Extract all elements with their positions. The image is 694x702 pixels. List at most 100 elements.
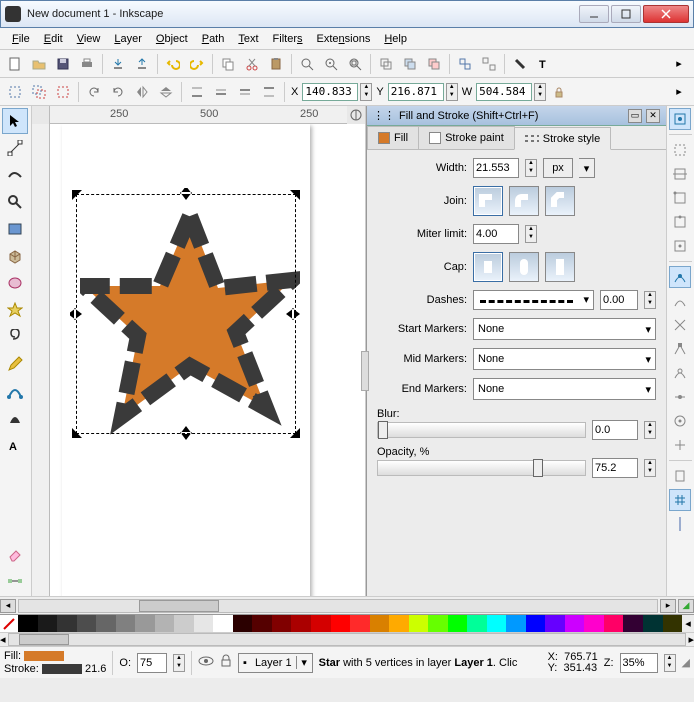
canvas-hscroll[interactable]: ◂ ▸ ◢ (0, 596, 694, 614)
calligraphy-tool[interactable] (2, 405, 28, 431)
palette-swatch[interactable] (18, 615, 38, 632)
zoom-fit-icon[interactable] (296, 53, 318, 75)
palette-swatch[interactable] (194, 615, 214, 632)
menu-edit[interactable]: Edit (38, 31, 69, 47)
palette-swatch[interactable] (252, 615, 272, 632)
menu-filters[interactable]: Filters (267, 31, 309, 47)
clone-icon[interactable] (399, 53, 421, 75)
cap-butt-button[interactable] (473, 252, 503, 282)
close-button[interactable] (643, 5, 689, 23)
text-dlg-icon[interactable]: T (533, 53, 555, 75)
hscroll-resize[interactable]: ◢ (678, 599, 694, 613)
open-icon[interactable] (28, 53, 50, 75)
rect-tool[interactable] (2, 216, 28, 242)
ruler-horizontal[interactable]: 250 500 250 (50, 106, 347, 124)
miter-spinner[interactable]: ▲▼ (525, 225, 537, 243)
snap-grid-icon[interactable] (669, 489, 691, 511)
palette-swatch[interactable] (57, 615, 77, 632)
layer-select[interactable]: ▪Layer 1▾ (238, 653, 313, 673)
minimize-button[interactable] (579, 5, 609, 23)
resize-grip-icon[interactable]: ◢ (682, 656, 690, 669)
snap-bbox-midpoint-icon[interactable] (669, 211, 691, 233)
zoom-spinner[interactable]: ▲▼ (664, 654, 676, 672)
menu-object[interactable]: Object (150, 31, 194, 47)
snap-midpoint-icon[interactable] (669, 386, 691, 408)
snap-enable-icon[interactable] (669, 108, 691, 130)
redo-icon[interactable] (186, 53, 208, 75)
hscroll-thumb[interactable] (139, 600, 219, 612)
import-icon[interactable] (107, 53, 129, 75)
panel-close-icon[interactable]: ✕ (646, 109, 660, 123)
palette-swatch[interactable] (135, 615, 155, 632)
save-icon[interactable] (52, 53, 74, 75)
toolcontrols-overflow-icon[interactable]: ▸ (668, 81, 690, 103)
cap-round-button[interactable] (509, 252, 539, 282)
unit-dropdown[interactable]: ▾ (579, 158, 595, 178)
menu-path[interactable]: Path (196, 31, 231, 47)
palette-swatch[interactable] (38, 615, 58, 632)
new-icon[interactable] (4, 53, 26, 75)
palette-swatch[interactable] (663, 615, 683, 632)
palette-swatch[interactable] (291, 615, 311, 632)
palette-swatch[interactable] (331, 615, 351, 632)
hscroll-right[interactable]: ▸ (660, 599, 676, 613)
status-opacity-input[interactable] (137, 653, 167, 673)
menu-layer[interactable]: Layer (108, 31, 148, 47)
tweak-tool[interactable] (2, 162, 28, 188)
rotate-cw-icon[interactable] (107, 81, 129, 103)
zoom-drawing-icon[interactable] (320, 53, 342, 75)
palette-swatch[interactable] (213, 615, 233, 632)
palette-swatch[interactable] (350, 615, 370, 632)
width-input[interactable] (473, 158, 519, 178)
stroke-swatch[interactable] (42, 664, 82, 674)
selection-handles[interactable] (70, 188, 302, 440)
x-input[interactable] (302, 83, 358, 101)
flip-v-icon[interactable] (155, 81, 177, 103)
start-markers-select[interactable]: None (473, 318, 656, 340)
w-input[interactable] (476, 83, 532, 101)
menu-view[interactable]: View (71, 31, 107, 47)
miter-input[interactable] (473, 224, 519, 244)
palette-swatch[interactable] (487, 615, 507, 632)
ruler-vertical[interactable] (32, 124, 50, 596)
w-spinner[interactable]: ▲▼ (534, 83, 546, 101)
y-spinner[interactable]: ▲▼ (446, 83, 458, 101)
x-spinner[interactable]: ▲▼ (360, 83, 372, 101)
undo-icon[interactable] (162, 53, 184, 75)
zoom-tool[interactable] (2, 189, 28, 215)
palette-swatch[interactable] (565, 615, 585, 632)
3dbox-tool[interactable] (2, 243, 28, 269)
splitter[interactable] (361, 351, 369, 391)
print-icon[interactable] (76, 53, 98, 75)
join-bevel-button[interactable] (545, 186, 575, 216)
palette-swatch[interactable] (116, 615, 136, 632)
snap-cusp-icon[interactable] (669, 338, 691, 360)
connector-tool[interactable] (2, 568, 28, 594)
palette-swatch[interactable] (96, 615, 116, 632)
palette-swatch[interactable] (311, 615, 331, 632)
join-miter-button[interactable] (473, 186, 503, 216)
snap-center-icon[interactable] (669, 410, 691, 432)
panel-min-icon[interactable]: ▭ (628, 109, 642, 123)
snap-intersection-icon[interactable] (669, 314, 691, 336)
palette-swatch[interactable] (389, 615, 409, 632)
palette-swatch[interactable] (604, 615, 624, 632)
opacity-spinner[interactable]: ▲▼ (644, 459, 656, 477)
palette-swatch[interactable] (233, 615, 253, 632)
tab-stroke-style[interactable]: Stroke style (514, 127, 611, 150)
blur-spinner[interactable]: ▲▼ (644, 421, 656, 439)
opacity-input[interactable] (592, 458, 638, 478)
menu-text[interactable]: Text (232, 31, 264, 47)
palette-swatch[interactable] (526, 615, 546, 632)
end-markers-select[interactable]: None (473, 378, 656, 400)
fillstroke-dlg-icon[interactable] (509, 53, 531, 75)
visibility-icon[interactable] (198, 655, 214, 670)
select-all-layers-icon[interactable] (28, 81, 50, 103)
palette-swatch[interactable] (545, 615, 565, 632)
palette-swatch[interactable] (174, 615, 194, 632)
duplicate-icon[interactable] (375, 53, 397, 75)
dash-offset-spinner[interactable]: ▲▼ (644, 291, 656, 309)
dash-offset-input[interactable] (600, 290, 638, 310)
width-spinner[interactable]: ▲▼ (525, 159, 537, 177)
no-color-swatch[interactable] (0, 615, 18, 632)
